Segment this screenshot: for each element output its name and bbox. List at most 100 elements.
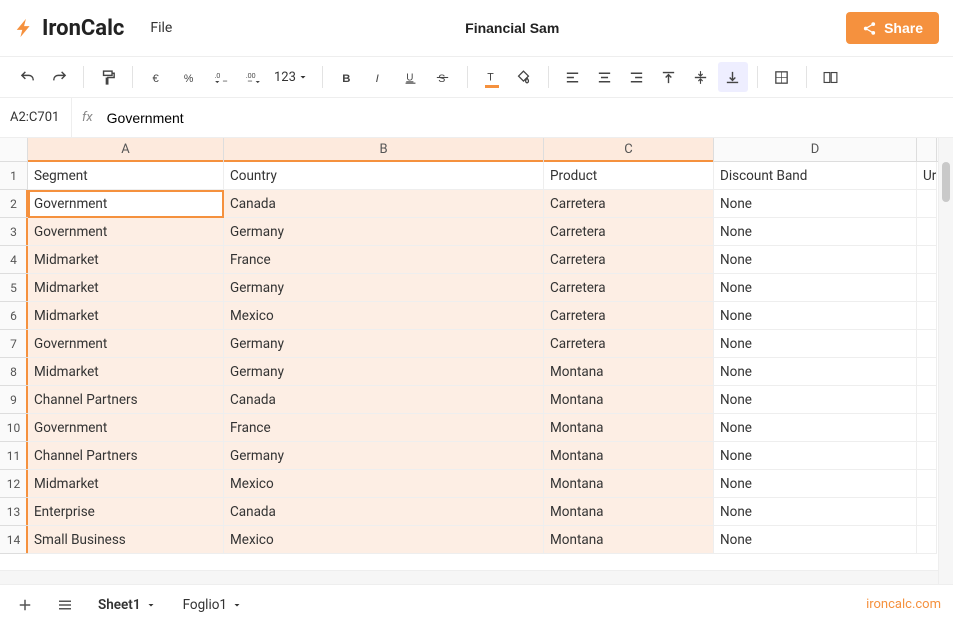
cell[interactable]: Midmarket [28,302,224,330]
cell[interactable] [917,498,937,526]
cell[interactable]: Mexico [224,526,544,554]
currency-button[interactable]: € [142,62,172,92]
cell[interactable]: Enterprise [28,498,224,526]
align-right-button[interactable] [622,62,652,92]
cell[interactable]: Discount Band [714,162,917,190]
row-header[interactable]: 1 [0,162,28,190]
percent-button[interactable]: % [174,62,204,92]
cell[interactable]: None [714,246,917,274]
cell[interactable]: Montana [544,386,714,414]
cell[interactable]: Germany [224,442,544,470]
sheet-tab[interactable]: Foglio1 [177,593,249,617]
cell[interactable]: None [714,498,917,526]
cell[interactable]: Country [224,162,544,190]
cell[interactable] [917,190,937,218]
row-header[interactable]: 5 [0,274,28,302]
cell[interactable]: Midmarket [28,470,224,498]
cell[interactable]: Midmarket [28,274,224,302]
number-format-dropdown[interactable]: 123 [270,70,313,85]
cell[interactable]: Mexico [224,470,544,498]
cell[interactable]: Midmarket [28,358,224,386]
text-color-button[interactable]: T [477,62,507,92]
cell[interactable]: Small Business [28,526,224,554]
cell[interactable] [917,246,937,274]
row-header[interactable]: 9 [0,386,28,414]
cell[interactable]: Carretera [544,190,714,218]
horizontal-scrollbar[interactable] [0,570,938,584]
vertical-scrollbar[interactable] [938,138,953,584]
cell[interactable] [917,442,937,470]
borders-button[interactable] [767,62,797,92]
bold-button[interactable]: B [332,62,362,92]
cell[interactable]: Carretera [544,218,714,246]
cell[interactable]: None [714,386,917,414]
cell[interactable]: None [714,470,917,498]
valign-bottom-button[interactable] [718,62,748,92]
cell[interactable]: Montana [544,498,714,526]
align-center-button[interactable] [590,62,620,92]
sheet-tab[interactable]: Sheet1 [92,593,163,617]
col-header-b[interactable]: B [224,138,544,161]
col-header-e[interactable] [917,138,937,161]
cell[interactable]: Government [28,414,224,442]
cell[interactable]: Channel Partners [28,442,224,470]
cell[interactable] [917,274,937,302]
decimal-decrease-button[interactable]: .0 [206,62,236,92]
document-name-input[interactable] [452,20,572,36]
row-header[interactable]: 3 [0,218,28,246]
paint-format-button[interactable] [93,62,123,92]
row-header[interactable]: 7 [0,330,28,358]
row-header[interactable]: 12 [0,470,28,498]
cell[interactable]: None [714,330,917,358]
add-sheet-button[interactable] [12,592,38,618]
valign-top-button[interactable] [654,62,684,92]
italic-button[interactable]: I [364,62,394,92]
share-button[interactable]: Share [846,12,939,44]
cell[interactable]: Canada [224,498,544,526]
cell[interactable]: None [714,442,917,470]
cell[interactable]: Germany [224,218,544,246]
cell[interactable]: Germany [224,330,544,358]
strikethrough-button[interactable]: S [428,62,458,92]
brand-link[interactable]: ironcalc.com [866,597,941,612]
merge-button[interactable] [816,62,846,92]
valign-middle-button[interactable] [686,62,716,92]
select-all-corner[interactable] [0,138,28,161]
col-header-c[interactable]: C [544,138,714,161]
row-header[interactable]: 2 [0,190,28,218]
cell[interactable]: Carretera [544,246,714,274]
formula-input[interactable] [103,110,953,126]
cell[interactable]: Germany [224,274,544,302]
cell[interactable]: Segment [28,162,224,190]
cell[interactable]: Carretera [544,274,714,302]
row-header[interactable]: 6 [0,302,28,330]
cell[interactable]: Midmarket [28,246,224,274]
cell[interactable]: None [714,274,917,302]
cell[interactable]: Canada [224,190,544,218]
col-header-d[interactable]: D [714,138,917,161]
cell[interactable]: Mexico [224,302,544,330]
cell[interactable]: Channel Partners [28,386,224,414]
fill-color-button[interactable] [509,62,539,92]
cell[interactable]: Montana [544,442,714,470]
cell[interactable] [917,218,937,246]
cell[interactable]: Ur [917,162,937,190]
spreadsheet-grid[interactable]: A B C D 1SegmentCountryProductDiscount B… [0,138,938,584]
align-left-button[interactable] [558,62,588,92]
cell[interactable]: Montana [544,358,714,386]
cell[interactable]: None [714,218,917,246]
cell[interactable]: None [714,526,917,554]
cell[interactable]: Carretera [544,302,714,330]
all-sheets-button[interactable] [52,592,78,618]
cell[interactable]: Montana [544,526,714,554]
cell[interactable]: None [714,358,917,386]
cell-reference[interactable]: A2:C701 [0,98,72,137]
cell[interactable] [917,526,937,554]
cell[interactable]: Montana [544,414,714,442]
cell[interactable]: Government [28,218,224,246]
scroll-thumb[interactable] [942,162,950,202]
cell[interactable]: France [224,414,544,442]
underline-button[interactable]: U [396,62,426,92]
row-header[interactable]: 11 [0,442,28,470]
cell[interactable]: Montana [544,470,714,498]
